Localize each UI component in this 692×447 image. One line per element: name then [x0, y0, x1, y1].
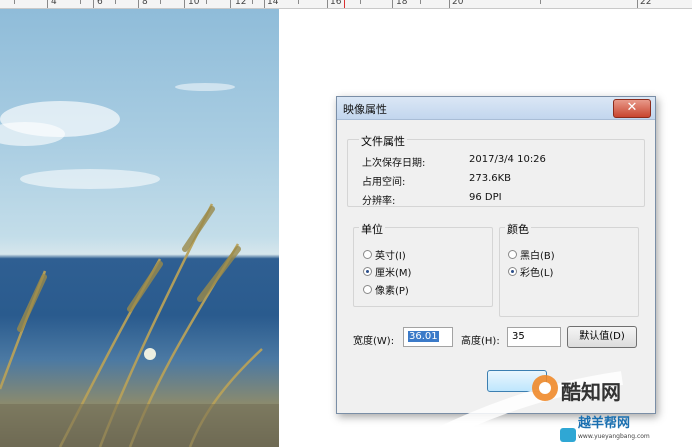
radio-black-white-label[interactable]: 黑白(B): [520, 247, 555, 262]
ruler-position-marker: [344, 0, 345, 8]
grass-seascape-image: [0, 83, 279, 447]
height-input[interactable]: 35: [507, 327, 561, 347]
last-saved-label: 上次保存日期:: [362, 158, 426, 169]
height-input-value: 35: [512, 331, 525, 342]
ruler-number: 18: [396, 0, 408, 7]
dialog-titlebar[interactable]: 映像属性 ✕: [337, 97, 655, 120]
radio-black-white[interactable]: [508, 250, 517, 259]
horizontal-ruler: 4 6 8 10 12 14 16 18 20 22: [0, 0, 692, 9]
width-input-value: 36.01: [408, 331, 439, 342]
radio-inches[interactable]: [363, 250, 372, 259]
canvas-image[interactable]: [0, 9, 279, 447]
color-legend: 颜色: [505, 221, 531, 237]
file-properties-legend: 文件属性: [359, 133, 407, 149]
watermark-brand: 酷知网: [561, 380, 621, 404]
disk-size-value: 273.6KB: [469, 173, 512, 184]
units-group: [353, 227, 493, 307]
height-label: 高度(H):: [461, 336, 500, 347]
width-label: 宽度(W):: [353, 336, 395, 347]
ruler-number: 16: [330, 0, 342, 7]
last-saved-value: 2017/3/4 10:26: [469, 154, 546, 165]
resolution-value: 96 DPI: [469, 192, 502, 203]
image-properties-dialog: 映像属性 ✕ 文件属性 上次保存日期: 2017/3/4 10:26 占用空间:…: [336, 96, 656, 414]
radio-color[interactable]: [508, 267, 517, 276]
resolution-label: 分辨率:: [362, 196, 396, 207]
units-legend: 单位: [359, 221, 385, 237]
close-icon: ✕: [626, 100, 638, 115]
ruler-number: 4: [51, 0, 57, 7]
watermark-site-name: 越羊帮网: [578, 416, 631, 431]
ruler-number: 8: [142, 0, 148, 7]
radio-inches-label[interactable]: 英寸(I): [375, 247, 406, 262]
default-button[interactable]: 默认值(D): [567, 326, 637, 348]
ruler-number: 10: [188, 0, 200, 7]
ruler-number: 14: [267, 0, 279, 7]
ruler-number: 6: [97, 0, 103, 7]
close-button[interactable]: ✕: [613, 99, 651, 118]
radio-color-label[interactable]: 彩色(L): [520, 264, 553, 279]
ruler-number: 12: [235, 0, 247, 7]
radio-centimeters[interactable]: [363, 267, 372, 276]
watermark-url: www.yueyangbang.com: [578, 433, 650, 440]
dialog-title: 映像属性: [343, 103, 387, 116]
disk-size-label: 占用空间:: [362, 177, 406, 188]
ruler-number: 20: [452, 0, 464, 7]
radio-pixels-label[interactable]: 像素(P): [375, 282, 409, 297]
radio-centimeters-label[interactable]: 厘米(M): [375, 264, 411, 279]
ruler-number: 22: [640, 0, 652, 7]
width-input[interactable]: 36.01: [403, 327, 453, 347]
radio-pixels[interactable]: [363, 285, 372, 294]
